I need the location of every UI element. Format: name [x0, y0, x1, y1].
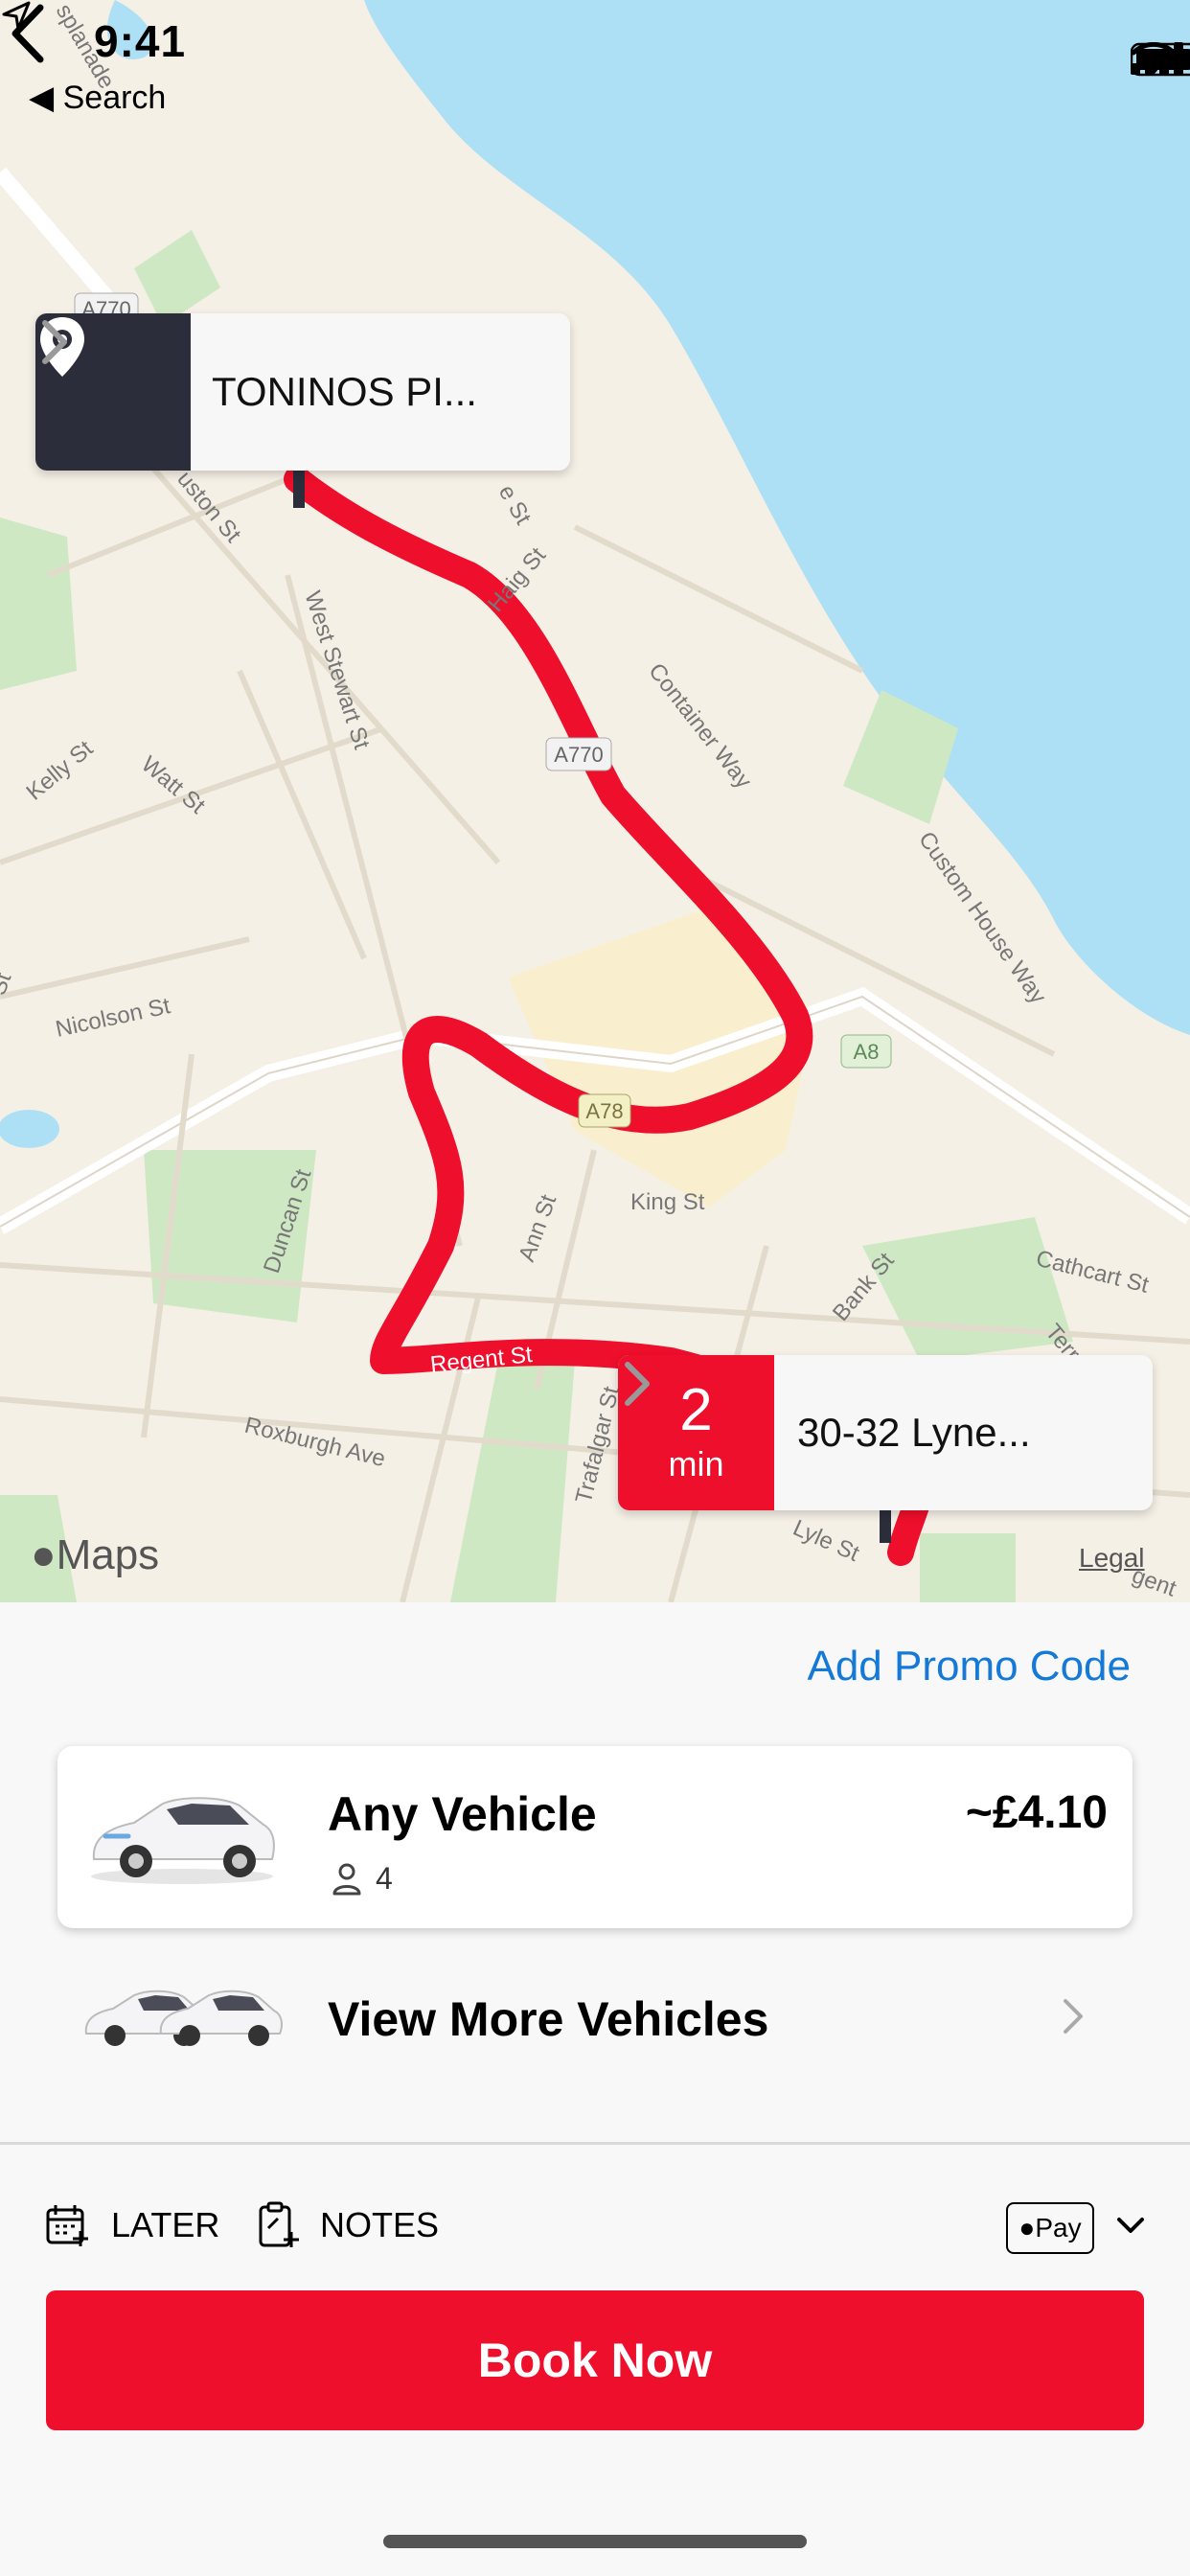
home-indicator[interactable] — [383, 2535, 807, 2548]
shield-a8: A8 — [854, 1040, 880, 1064]
label-nicolson-st: Nicolson St — [54, 993, 173, 1043]
vehicle-price: ~£4.10 — [965, 1787, 1108, 1838]
later-label: LATER — [111, 2205, 220, 2244]
vehicle-name: Any Vehicle — [328, 1787, 597, 1841]
notes-icon — [259, 2201, 299, 2247]
apple-pay-badge[interactable]: ● Pay — [1006, 2202, 1094, 2254]
label-e-st: e St — [493, 481, 537, 530]
label-lyle-st: Lyle St — [790, 1515, 863, 1567]
eta-value: 2 — [679, 1377, 713, 1443]
destination-callout[interactable]: 2 min 30-32 Lyne... — [618, 1355, 1153, 1510]
shield-a78: A78 — [585, 1099, 623, 1123]
passenger-capacity: 4 — [332, 1861, 393, 1897]
notes-label: NOTES — [320, 2205, 440, 2244]
chevron-down-icon[interactable] — [1111, 2206, 1150, 2244]
multiple-cars-image — [84, 1990, 283, 2046]
apple-logo-icon: ● — [31, 1531, 57, 1578]
back-to-app[interactable]: ◀ Search — [29, 79, 166, 117]
car-image — [91, 1797, 275, 1884]
legal-link[interactable]: Legal — [1079, 1543, 1145, 1574]
label-kelly-st: Kelly St — [22, 735, 99, 805]
apple-maps-attribution: ●Maps — [31, 1531, 159, 1579]
shield-a770: A770 — [554, 743, 603, 767]
label-king-st: King St — [630, 1189, 705, 1215]
panel-divider — [0, 2142, 1190, 2145]
booking-options-row: LATER NOTES ● Pay — [0, 2177, 1190, 2273]
eta-unit: min — [668, 1444, 724, 1484]
view-more-vehicles-row[interactable]: View More Vehicles — [0, 1957, 1190, 2072]
maps-attribution-label: Maps — [56, 1531, 160, 1578]
chevron-right-icon — [1064, 1999, 1083, 2034]
person-icon — [332, 1863, 361, 1895]
back-triangle-icon: ◀ — [29, 80, 55, 116]
back-app-label: Search — [62, 80, 167, 116]
vehicle-option-any[interactable]: Any Vehicle ~£4.10 4 — [57, 1746, 1133, 1928]
pickup-name: TONINOS PI... — [212, 369, 477, 414]
payment-label: Pay — [1035, 2213, 1082, 2242]
back-chevron-icon[interactable] — [0, 0, 57, 67]
label-trafalgar-st: Trafalgar St — [571, 1384, 625, 1506]
add-promo-code-link[interactable]: Add Promo Code — [807, 1643, 1131, 1690]
status-time: 9:41 — [94, 16, 187, 66]
add-notes-button[interactable]: NOTES — [257, 2177, 439, 2273]
calendar-icon — [46, 2205, 88, 2246]
label-ann-st: Ann St — [514, 1191, 561, 1265]
status-bar: 9:41 ◀ Search — [0, 0, 1190, 116]
booking-panel: Add Promo Code Any Vehicle ~£4.10 4 View… — [0, 1602, 1190, 2576]
book-now-button[interactable]: Book Now — [46, 2290, 1144, 2430]
battery-icon — [1131, 42, 1190, 77]
pickup-callout[interactable]: TONINOS PI... — [35, 313, 570, 471]
label-container-way: Container Way — [643, 658, 756, 794]
destination-chevron-right-icon — [625, 1355, 1153, 1510]
destination-address: 30-32 Lyne... — [797, 1410, 1031, 1455]
passenger-count: 4 — [376, 1861, 393, 1896]
apple-logo-small-icon: ● — [1018, 2213, 1036, 2242]
pickup-chevron-right-icon — [42, 313, 570, 471]
schedule-later-button[interactable]: LATER — [44, 2177, 219, 2273]
label-roxburgh-ave: Roxburgh Ave — [242, 1413, 388, 1473]
view-more-vehicles-label: View More Vehicles — [328, 1992, 769, 2046]
map-view[interactable]: A770 A770 A8 A78 Haig St West Stewart St… — [0, 0, 1190, 1602]
